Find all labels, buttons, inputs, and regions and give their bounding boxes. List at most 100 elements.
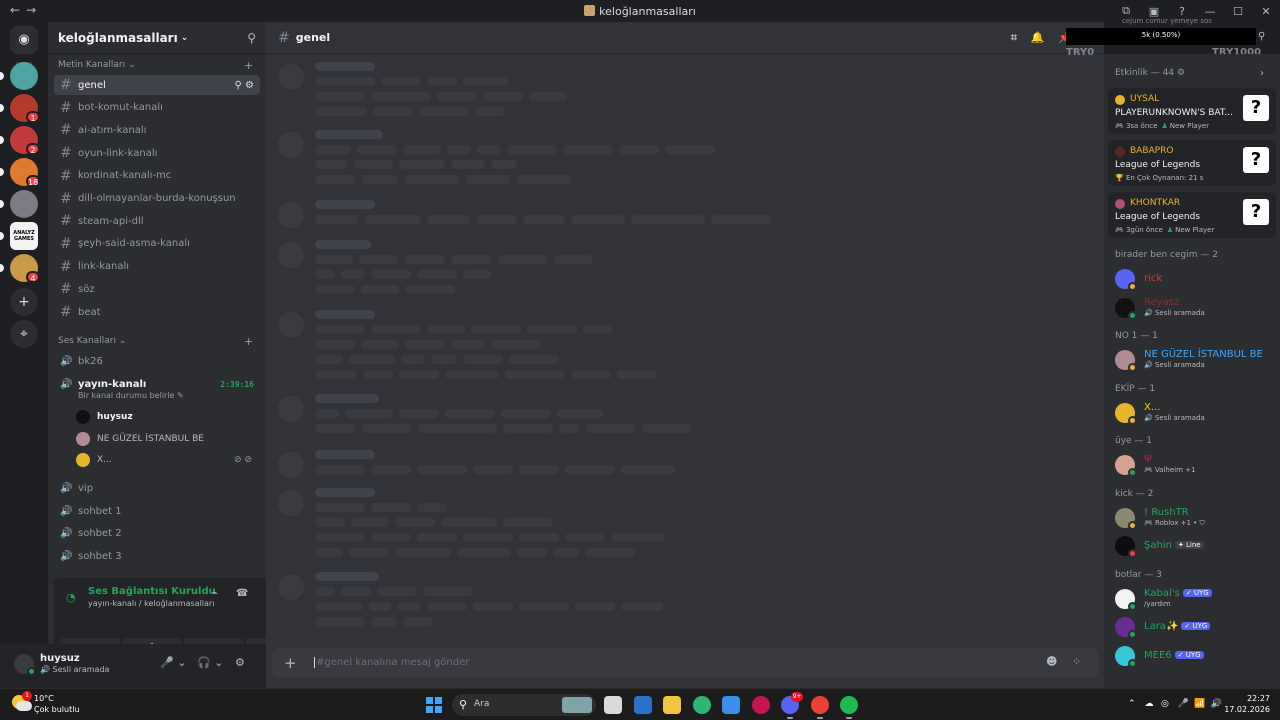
chrome-browser-icon[interactable] [810, 696, 829, 719]
microphone-icon[interactable]: 🎤 ⌄ [160, 656, 186, 669]
channel-4[interactable]: # oyun-link-kanalı [54, 143, 260, 163]
member-row[interactable]: Reyasz 🔊 Sesli aramada [1115, 296, 1275, 320]
chevron-right-icon[interactable]: › [1260, 68, 1264, 79]
voice-channel-bk26[interactable]: 🔊 bk26 [54, 351, 260, 371]
member-row[interactable]: NE GÜZEL İSTANBUL BE 🔊 Sesli aramada [1115, 348, 1275, 372]
microphone-icon[interactable]: 🎤 [1178, 699, 1189, 709]
microsoft-store-icon[interactable] [722, 696, 740, 714]
discord-app-icon[interactable]: 9+ [781, 692, 803, 719]
voice-channel-sohbet-3[interactable]: 🔊 sohbet 3 [54, 547, 260, 567]
screen-share-icon[interactable]: ▣ [1140, 5, 1168, 18]
edge-browser-icon[interactable] [692, 696, 711, 714]
message-composer[interactable]: + #genel kanalına mesaj gönder ☻ ⁘ [272, 648, 1098, 678]
message-input[interactable]: #genel kanalına mesaj gönder [314, 657, 469, 668]
chevron-down-icon: ⌄ [180, 32, 189, 43]
member-row[interactable]: Şahin ✦ Line [1115, 534, 1275, 558]
mail-app-icon[interactable] [633, 696, 652, 714]
voice-channel-vip[interactable]: 🔊 vip [54, 479, 260, 499]
weather-condition[interactable]: Çok bulutlu [34, 705, 80, 714]
member-row[interactable]: MEE6 ✓ UYG [1115, 644, 1275, 668]
skeleton-line [505, 370, 565, 379]
voice-channel-sohbet-1[interactable]: 🔊 sohbet 1 [54, 501, 260, 521]
emoji-icon[interactable]: ☻ [1046, 655, 1057, 668]
speaker-icon: 🔊 [60, 378, 73, 390]
show-hidden-icons-icon[interactable]: ⌃ [1128, 699, 1136, 709]
server-6-icon[interactable]: ANALYZ GAMES [10, 222, 38, 250]
close-icon[interactable]: ✕ [1252, 5, 1280, 18]
skeleton-line [427, 77, 457, 86]
channel-9[interactable]: # link-kanalı [54, 257, 260, 277]
member-row[interactable]: Lara✨ ✓ UYG [1115, 615, 1275, 639]
voice-user[interactable]: huysuz [76, 407, 260, 427]
voice-channel-sohbet-2[interactable]: 🔊 sohbet 2 [54, 524, 260, 544]
channel-2[interactable]: # bot-komut-kanalı [54, 98, 260, 118]
clock-date[interactable]: 17.02.2026 [1220, 705, 1270, 714]
server-header[interactable]: keloğlanmasalları ⌄ ⚲ [48, 22, 266, 54]
opera-browser-icon[interactable] [751, 696, 770, 714]
voice-connected-channel[interactable]: yayın-kanalı / keloğlanmasalları [88, 599, 214, 608]
member-row[interactable]: Kabal's ✓ UYG/yardım [1115, 587, 1275, 611]
channel-5[interactable]: # kordinat-kanalı-mc [54, 166, 260, 186]
channel-6[interactable]: # dill-olmayanlar-burda-konuşsun [54, 189, 260, 209]
onedrive-icon[interactable]: ☁ [1145, 699, 1154, 709]
spotify-app-icon[interactable] [840, 696, 858, 719]
voice-user[interactable]: X... ⊘ ⊘ [76, 450, 260, 470]
voice-channels-category[interactable]: Ses Kanalları ⌄ + [58, 335, 253, 348]
tray-app-icon[interactable]: ◎ [1161, 699, 1169, 709]
maximize-icon[interactable]: ☐ [1224, 5, 1252, 18]
voice-user[interactable]: NE GÜZEL İSTANBUL BE [76, 429, 260, 449]
channel-10[interactable]: # söz [54, 279, 260, 299]
weather-icon[interactable]: 1 [12, 691, 34, 715]
attach-plus-icon[interactable]: + [284, 654, 297, 672]
noise-suppression-icon[interactable]: ⌁ [212, 588, 218, 599]
start-button[interactable] [426, 697, 442, 713]
add-server-button[interactable]: + [10, 288, 38, 316]
invite-people-icon[interactable]: ⚲ [247, 31, 256, 45]
create-channel-icon[interactable]: + [244, 59, 253, 72]
text-channels-category[interactable]: Metin Kanalları ⌄ + [58, 59, 253, 72]
channel-11[interactable]: # beat [54, 302, 260, 322]
member-name: rick [1144, 273, 1162, 284]
explore-servers-button[interactable]: ⌖ [10, 320, 38, 348]
activity-card[interactable]: KHONTKAR League of Legends 🎮 3gün önce ♟ New… [1108, 192, 1276, 238]
disconnect-icon[interactable]: ☎ [236, 588, 248, 599]
help-icon[interactable]: ? [1168, 5, 1196, 18]
member-row[interactable]: rick [1115, 267, 1275, 291]
channel-3[interactable]: # ai-atım-kanalı [54, 120, 260, 140]
channel-1[interactable]: # genel ⚲ ⚙ [54, 75, 260, 95]
server-5-icon[interactable] [10, 190, 38, 218]
search-icon[interactable]: ⚲ [1258, 31, 1265, 42]
voice-connected-title[interactable]: Ses Bağlantısı Kuruldu [88, 586, 216, 597]
taskbar-search[interactable]: ⚲ Ara [452, 694, 596, 716]
file-explorer-icon[interactable] [663, 696, 681, 714]
hash-icon: # [60, 235, 72, 252]
member-group-header: botlar — 3 [1115, 569, 1162, 580]
server-1-icon[interactable] [10, 62, 38, 90]
wifi-icon[interactable]: 📶 [1194, 699, 1205, 709]
activity-card[interactable]: UYSAL PLAYERUNKNOWN'S BAT... 🎮 3sa önce ♟ Ne… [1108, 88, 1276, 134]
mention-badge: 18 [26, 175, 40, 187]
clock-time[interactable]: 22:27 [1226, 694, 1270, 703]
apps-icon[interactable]: ⁘ [1072, 655, 1081, 668]
inbox-icon[interactable]: ⧉ [1112, 4, 1140, 18]
channel-tools-icons[interactable]: ⚲ ⚙ [235, 80, 254, 91]
header-tools-icons[interactable]: ⌗ 🔔 📌 [1011, 31, 1072, 45]
create-channel-icon[interactable]: + [244, 335, 253, 348]
headphones-icon[interactable]: 🎧 ⌄ [197, 656, 223, 669]
channel-7[interactable]: # steam-api-dll [54, 211, 260, 231]
member-row[interactable]: X... 🔊 Sesli aramada [1115, 401, 1275, 425]
channel-status-text[interactable]: Bir kanal durumu belirle ✎ [78, 391, 184, 400]
gear-icon[interactable]: ⚙ [235, 656, 245, 669]
activity-header[interactable]: Etkinlik — 44 ⚙ › [1115, 68, 1275, 79]
activity-card[interactable]: BABAPRO League of Legends 🏆 En Çok Oynanan… [1108, 140, 1276, 186]
skeleton-line [519, 602, 569, 611]
member-row[interactable]: Ψ 🎮 Valheim +1 [1115, 453, 1275, 477]
weather-temperature[interactable]: 10°C [34, 694, 54, 703]
member-row[interactable]: ! RushTR 🎮 Roblox +1 • ⛉ [1115, 506, 1275, 530]
channel-8[interactable]: # şeyh-said-asma-kanalı [54, 234, 260, 254]
signal-icon[interactable]: ◔ [66, 591, 76, 604]
username[interactable]: huysuz [40, 653, 80, 664]
discord-logo-icon[interactable]: ◉ [10, 26, 38, 54]
minimize-icon[interactable]: — [1196, 5, 1224, 18]
task-view-icon[interactable] [604, 696, 622, 714]
